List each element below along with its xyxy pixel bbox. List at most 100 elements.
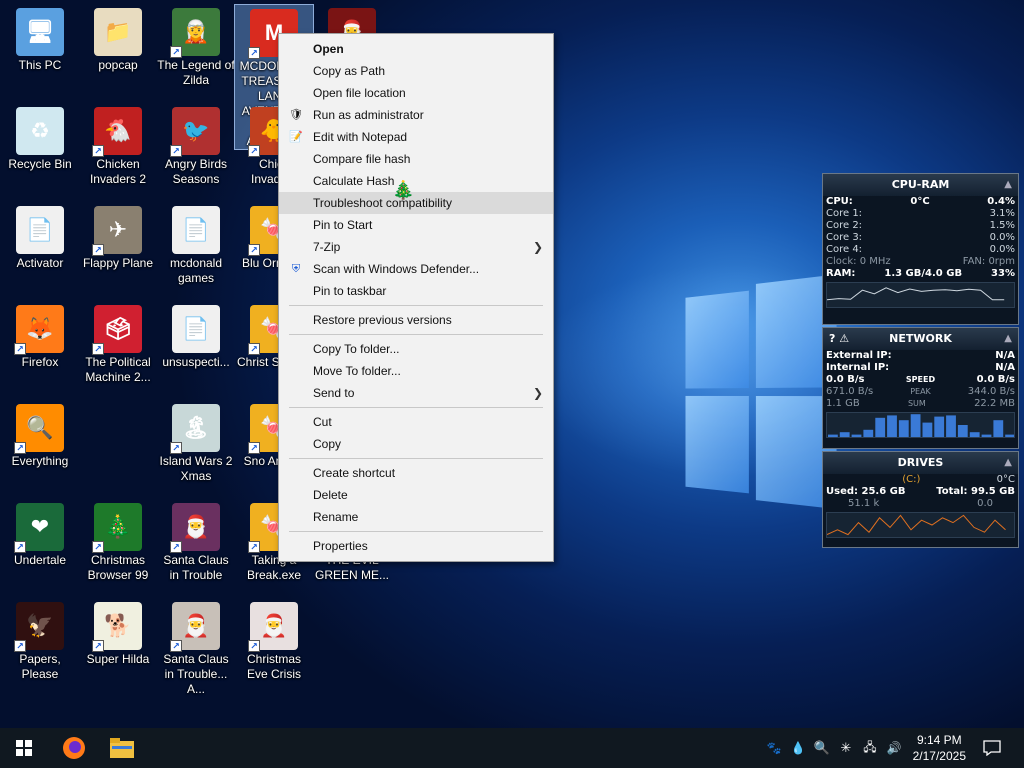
menu-item-calculate-hash[interactable]: Calculate Hash xyxy=(279,170,553,192)
shortcut-arrow-icon: ↗ xyxy=(92,145,104,157)
desktop-icon[interactable]: 🔍 ↗ Everything xyxy=(0,400,80,496)
shortcut-arrow-icon: ↗ xyxy=(248,640,260,652)
menu-item-create-shortcut[interactable]: Create shortcut xyxy=(279,462,553,484)
tray-app-icon[interactable]: 🐾 xyxy=(764,728,784,768)
desktop-icon[interactable]: 📁 popcap xyxy=(78,4,158,100)
app-icon: 🐕 ↗ xyxy=(92,602,142,652)
menu-item-pin-to-taskbar[interactable]: Pin to taskbar xyxy=(279,280,553,302)
notification-icon xyxy=(983,740,1001,756)
desktop-icon[interactable]: 🎄 ↗ Christmas Browser 99 xyxy=(78,499,158,595)
help-warning-icon[interactable]: ? ⚠ xyxy=(829,328,849,350)
menu-item-open[interactable]: Open xyxy=(279,38,553,60)
clock-time: 9:14 PM xyxy=(916,733,962,747)
desktop-icon[interactable]: 🐔 ↗ Chicken Invaders 2 xyxy=(78,103,158,199)
menu-item-rename[interactable]: Rename xyxy=(279,506,553,528)
submenu-arrow-icon: ❯ xyxy=(532,240,543,254)
graph-bar xyxy=(946,415,956,437)
collapse-icon[interactable]: ▲ xyxy=(1004,174,1012,196)
desktop-icon[interactable]: 🏝 ↗ Island Wars 2 Xmas xyxy=(156,400,236,496)
desktop-icon-label: Activator xyxy=(16,256,64,270)
collapse-icon[interactable]: ▲ xyxy=(1004,452,1012,474)
desktop-icon[interactable]: 🎅 ↗ Santa Claus in Trouble... A... xyxy=(156,598,236,696)
desktop-icon[interactable]: 🐦 ↗ Angry Birds Seasons xyxy=(156,103,236,199)
start-button[interactable] xyxy=(0,728,48,768)
menu-item-copy-as-path[interactable]: Copy as Path xyxy=(279,60,553,82)
taskbar-file-explorer[interactable] xyxy=(100,728,144,768)
menu-item-copy-to-folder[interactable]: Copy To folder... xyxy=(279,338,553,360)
shortcut-arrow-icon: ↗ xyxy=(92,343,104,355)
desktop-icon[interactable]: ♻ Recycle Bin xyxy=(0,103,80,199)
desktop-icon[interactable]: 🗳 ↗ The Political Machine 2... xyxy=(78,301,158,397)
app-icon: ❤ ↗ xyxy=(14,503,64,553)
desktop-icon[interactable]: 📄 mcdonald games xyxy=(156,202,236,298)
menu-item-restore-previous-versions[interactable]: Restore previous versions xyxy=(279,309,553,331)
desktop-icon-label: Flappy Plane xyxy=(82,256,154,270)
desktop-icon-label: popcap xyxy=(98,58,138,72)
menu-item-copy[interactable]: Copy xyxy=(279,433,553,455)
menu-item-edit-with-notepad[interactable]: 📝 Edit with Notepad xyxy=(279,126,553,148)
graph-line xyxy=(827,514,1006,536)
desktop-icon-label: Recycle Bin xyxy=(8,157,72,171)
menu-item-properties[interactable]: Properties xyxy=(279,535,553,557)
shortcut-arrow-icon: ↗ xyxy=(92,541,104,553)
desktop-icon[interactable]: 🧝 ↗ The Legend of Zilda xyxy=(156,4,236,100)
menu-item-open-file-location[interactable]: Open file location xyxy=(279,82,553,104)
shortcut-arrow-icon: ↗ xyxy=(14,640,26,652)
shortcut-arrow-icon: ↗ xyxy=(14,442,26,454)
menu-item-run-as-administrator[interactable]: 🛡 Run as administrator xyxy=(279,104,553,126)
tray-network-icon[interactable]: 🖧 xyxy=(860,728,880,768)
menu-item-send-to[interactable]: Send to ❯ xyxy=(279,382,553,404)
app-icon: 🦊 ↗ xyxy=(14,305,64,355)
menu-item-troubleshoot-compatibility[interactable]: Troubleshoot compatibility xyxy=(279,192,553,214)
taskbar-clock[interactable]: 9:14 PM 2/17/2025 xyxy=(913,732,966,764)
drives-header[interactable]: DRIVES ▲ xyxy=(823,452,1018,474)
desktop-icon[interactable]: ❤ ↗ Undertale xyxy=(0,499,80,595)
tray-everything-icon[interactable]: 🔍 xyxy=(812,728,832,768)
collapse-icon[interactable]: ▲ xyxy=(1004,328,1012,350)
menu-item-7zip[interactable]: 7-Zip ❯ xyxy=(279,236,553,258)
ram-history-graph xyxy=(826,282,1015,308)
desktop-icon[interactable]: 🎅 ↗ Christmas Eve Crisis xyxy=(234,598,314,694)
menu-separator xyxy=(289,407,543,408)
clock-date: 2/17/2025 xyxy=(912,749,966,763)
desktop-icon[interactable]: 🎅 ↗ Santa Claus in Trouble xyxy=(156,499,236,595)
app-icon: 🏝 ↗ xyxy=(170,404,220,454)
desktop-icon-label: Everything xyxy=(11,454,69,468)
menu-separator xyxy=(289,531,543,532)
cpu-ram-header[interactable]: CPU-RAM ▲ xyxy=(823,174,1018,196)
desktop-icon[interactable]: ✈ ↗ Flappy Plane xyxy=(78,202,158,298)
tray-snowflake-icon[interactable]: ✳ xyxy=(836,728,856,768)
app-icon: ✈ ↗ xyxy=(92,206,142,256)
desktop-icon-label: Undertale xyxy=(13,553,67,567)
menu-item-cut[interactable]: Cut xyxy=(279,411,553,433)
shortcut-arrow-icon: ↗ xyxy=(14,343,26,355)
menu-item-compare-file-hash[interactable]: Compare file hash xyxy=(279,148,553,170)
app-icon: 🔍 ↗ xyxy=(14,404,64,454)
graph-bar xyxy=(934,416,945,437)
desktop-icon[interactable]: 📄 unsuspecti... xyxy=(156,301,236,397)
taskbar-firefox[interactable] xyxy=(52,728,96,768)
desktop-icon-label: Christmas Browser 99 xyxy=(87,553,149,582)
windows-start-icon xyxy=(16,740,32,756)
core-row: Core 2: 1.5% xyxy=(826,220,1015,231)
desktop-icon[interactable]: 📄 Activator xyxy=(0,202,80,298)
app-icon: 🐔 ↗ xyxy=(92,107,142,157)
desktop-icon[interactable]: 🦅 ↗ Papers, Please xyxy=(0,598,80,694)
folder-icon xyxy=(110,738,134,758)
desktop-icon[interactable]: 🐕 ↗ Super Hilda xyxy=(78,598,158,694)
menu-item-move-to-folder[interactable]: Move To folder... xyxy=(279,360,553,382)
shortcut-arrow-icon: ↗ xyxy=(248,343,260,355)
desktop-icon[interactable]: 🦊 ↗ Firefox xyxy=(0,301,80,397)
menu-item-delete[interactable]: Delete xyxy=(279,484,553,506)
menu-item-scan-with-defender[interactable]: ⛨ Scan with Windows Defender... xyxy=(279,258,553,280)
desktop-icon[interactable]: 🖥 This PC xyxy=(0,4,80,100)
shortcut-arrow-icon: ↗ xyxy=(248,145,260,157)
tray-drop-icon[interactable]: 💧 xyxy=(788,728,808,768)
action-center-button[interactable] xyxy=(978,728,1006,768)
network-header[interactable]: ? ⚠ NETWORK ▲ xyxy=(823,328,1018,350)
tray-volume-icon[interactable]: 🔊 xyxy=(884,728,904,768)
menu-item-pin-to-start[interactable]: Pin to Start xyxy=(279,214,553,236)
desktop-icon-label: Santa Claus in Trouble... A... xyxy=(163,652,229,696)
shortcut-arrow-icon: ↗ xyxy=(170,541,182,553)
desktop-icon-label: Island Wars 2 Xmas xyxy=(159,454,233,483)
